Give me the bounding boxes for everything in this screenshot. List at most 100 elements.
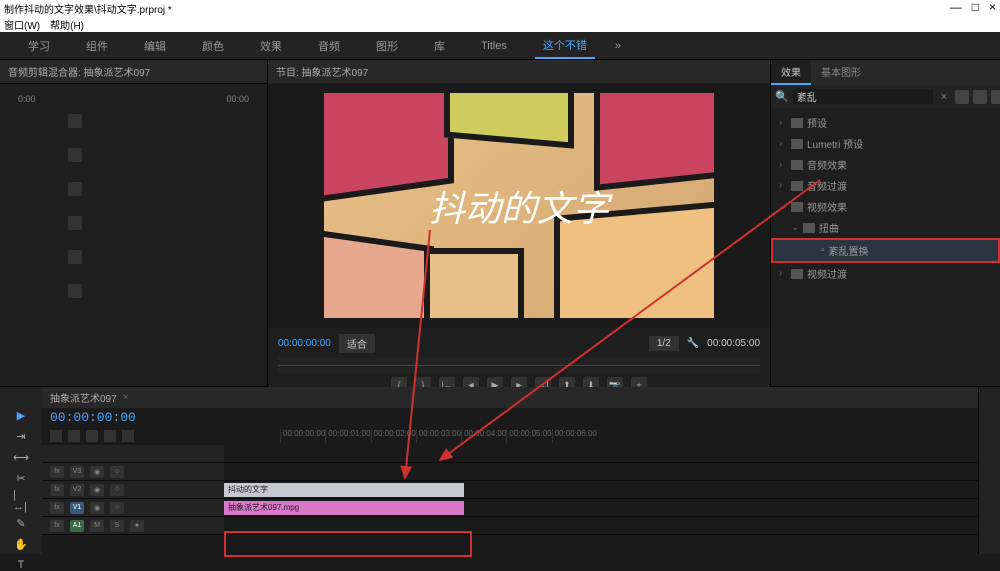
v1-label[interactable]: V1 [70, 502, 84, 514]
selection-tool[interactable]: ▶ [13, 409, 29, 422]
zoom-fit-dropdown[interactable]: 适合 [339, 334, 375, 353]
timeline-ruler[interactable]: 00:00:00:00 00:00:01:00 00:00:02:00 00:0… [280, 429, 597, 443]
tl-opt-4[interactable] [104, 430, 116, 442]
a1-solo[interactable]: S [110, 520, 124, 532]
minimize-button[interactable]: — [950, 0, 962, 14]
ripple-edit-tool[interactable]: ⟷ [13, 451, 29, 464]
audio-meters [978, 387, 1000, 554]
program-monitor-panel: 节目: 抽象派艺术097 抖动的文字 00:00:00:00 适合 1/2 🔧 … [268, 60, 770, 386]
menu-bar: 窗口(W) 帮助(H) [0, 16, 1000, 32]
maximize-button[interactable]: □ [972, 0, 979, 14]
v3-lock[interactable]: ○ [110, 466, 124, 478]
program-title: 节目: 抽象派艺术097 [268, 60, 770, 83]
title-bar: 制作抖动的文字效果\抖动文字.prproj * — □ × [0, 0, 1000, 16]
search-icon: 🔍 [775, 90, 789, 103]
video-clip[interactable]: 抽象派艺术097.mpg [224, 501, 464, 515]
timecode-out[interactable]: 00:00:05:00 [707, 338, 760, 349]
tab-learn[interactable]: 学习 [20, 34, 58, 58]
program-time-ruler[interactable] [278, 357, 760, 373]
close-sequence-button[interactable]: × [123, 392, 129, 403]
filter-icon-3[interactable] [991, 90, 1000, 104]
type-tool[interactable]: T [13, 559, 29, 571]
filter-icon-1[interactable] [955, 90, 969, 104]
tab-color[interactable]: 颜色 [194, 34, 232, 58]
mixer-btn-3[interactable] [68, 182, 82, 196]
menu-help[interactable]: 帮助(H) [50, 17, 84, 32]
tab-editing[interactable]: 编辑 [136, 34, 174, 58]
v3-toggle[interactable]: fx [50, 466, 64, 478]
tl-opt-1[interactable] [50, 430, 62, 442]
video-preview: 抖动的文字 [324, 93, 714, 318]
tl-opt-2[interactable] [68, 430, 80, 442]
ruler-end: 00:00 [226, 94, 249, 104]
tab-assembly[interactable]: 组件 [78, 34, 116, 58]
track-select-tool[interactable]: ⇥ [13, 430, 29, 443]
razor-tool[interactable]: ✂ [13, 472, 29, 485]
tree-distort[interactable]: ⌄扭曲 [771, 217, 1000, 238]
tl-opt-3[interactable] [86, 430, 98, 442]
track-v2-header[interactable]: fx V2 ◉ ○ [42, 481, 224, 498]
effects-search-input[interactable] [793, 89, 933, 104]
a1-rec[interactable]: ● [130, 520, 144, 532]
filter-icon-2[interactable] [973, 90, 987, 104]
tab-titles[interactable]: Titles [473, 36, 515, 56]
timeline-tracks: fx V3 ◉ ○ fx V2 ◉ ○ 抖动的文字 [42, 445, 978, 554]
playhead-timecode[interactable]: 00:00:00:00 [50, 410, 136, 425]
tab-graphics[interactable]: 图形 [368, 34, 406, 58]
track-a1-header[interactable]: fx A1 M S ● [42, 517, 224, 534]
mixer-btn-4[interactable] [68, 216, 82, 230]
close-button[interactable]: × [989, 0, 996, 14]
project-title: 制作抖动的文字效果\抖动文字.prproj * [4, 1, 172, 16]
mixer-btn-6[interactable] [68, 284, 82, 298]
text-clip[interactable]: 抖动的文字 [224, 483, 464, 497]
v2-eye[interactable]: ◉ [90, 484, 104, 496]
mixer-btn-1[interactable] [68, 114, 82, 128]
a1-mute[interactable]: M [90, 520, 104, 532]
timeline-toolbar: ▶ ⇥ ⟷ ✂ |↔| ✎ ✋ T [0, 387, 42, 554]
track-v3-header[interactable]: fx V3 ◉ ○ [42, 463, 224, 480]
tree-lumetri[interactable]: ›Lumetri 预设 [771, 133, 1000, 154]
clear-search-button[interactable]: × [937, 91, 951, 103]
workspace-tabs: 学习 组件 编辑 颜色 效果 音频 图形 库 Titles 这个不错 » [0, 32, 1000, 60]
audio-mixer-title: 音频剪辑混合器: 抽象派艺术097 [0, 60, 267, 84]
tree-presets[interactable]: ›预设 [771, 112, 1000, 133]
resolution-dropdown[interactable]: 1/2 [649, 336, 679, 351]
pen-tool[interactable]: ✎ [13, 517, 29, 530]
v3-label[interactable]: V3 [70, 466, 84, 478]
tab-audio[interactable]: 音频 [310, 34, 348, 58]
v2-toggle[interactable]: fx [50, 484, 64, 496]
tabs-overflow[interactable]: » [615, 40, 621, 52]
mixer-btn-5[interactable] [68, 250, 82, 264]
effects-tree: ›预设 ›Lumetri 预设 ›音频效果 ›音频过渡 ⌄视频效果 ⌄扭曲 ▫紊… [771, 108, 1000, 288]
v1-lock[interactable]: ○ [110, 502, 124, 514]
a1-toggle[interactable]: fx [50, 520, 64, 532]
window-controls: — □ × [950, 0, 996, 14]
tab-libraries[interactable]: 库 [426, 34, 453, 58]
tab-essential-graphics[interactable]: 基本图形 [811, 60, 871, 85]
v1-eye[interactable]: ◉ [90, 502, 104, 514]
tab-effects-ws[interactable]: 效果 [252, 34, 290, 58]
v3-eye[interactable]: ◉ [90, 466, 104, 478]
tree-audio-transitions[interactable]: ›音频过渡 [771, 175, 1000, 196]
tree-video-effects[interactable]: ⌄视频效果 [771, 196, 1000, 217]
tree-audio-effects[interactable]: ›音频效果 [771, 154, 1000, 175]
hand-tool[interactable]: ✋ [13, 538, 29, 551]
sequence-tab[interactable]: 抽象派艺术097 [50, 390, 117, 405]
track-v1-header[interactable]: fx V1 ◉ ○ [42, 499, 224, 516]
program-viewport[interactable]: 抖动的文字 [268, 83, 770, 328]
mixer-btn-2[interactable] [68, 148, 82, 162]
tab-effects[interactable]: 效果 [771, 60, 811, 85]
v1-toggle[interactable]: fx [50, 502, 64, 514]
tree-turbulent-displace[interactable]: ▫紊乱置换 [771, 238, 1000, 263]
tree-video-transitions[interactable]: ›视频过渡 [771, 263, 1000, 284]
tab-custom[interactable]: 这个不错 [535, 33, 595, 59]
menu-window[interactable]: 窗口(W) [4, 17, 40, 32]
slip-tool[interactable]: |↔| [13, 493, 29, 509]
video-overlay-text: 抖动的文字 [429, 180, 609, 232]
effects-panel: 效果 基本图形 🔍 × ›预设 ›Lumetri 预设 ›音频效果 ›音频过渡 … [770, 60, 1000, 386]
a1-label[interactable]: A1 [70, 520, 84, 532]
v2-lock[interactable]: ○ [110, 484, 124, 496]
timecode-in[interactable]: 00:00:00:00 [278, 338, 331, 349]
tl-opt-5[interactable] [122, 430, 134, 442]
v2-label[interactable]: V2 [70, 484, 84, 496]
